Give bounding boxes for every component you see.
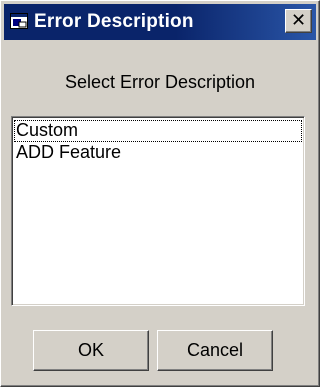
title-bar[interactable]: Error Description ✕ — [4, 4, 316, 40]
cancel-button-label: Cancel — [186, 340, 244, 360]
list-item[interactable]: ADD Feature — [14, 142, 302, 164]
prompt-label: Select Error Description — [64, 72, 256, 92]
window-app-icon — [10, 13, 28, 29]
list-item[interactable]: Custom — [14, 120, 302, 142]
error-description-list[interactable]: Custom ADD Feature — [11, 116, 305, 306]
error-description-dialog: Error Description ✕ Select Error Descrip… — [0, 0, 320, 387]
cancel-button[interactable]: Cancel — [157, 330, 273, 371]
close-icon: ✕ — [290, 10, 307, 31]
window-title: Error Description — [34, 11, 194, 32]
ok-button[interactable]: OK — [33, 330, 149, 371]
close-button[interactable]: ✕ — [285, 9, 312, 33]
ok-button-label: OK — [77, 340, 104, 360]
